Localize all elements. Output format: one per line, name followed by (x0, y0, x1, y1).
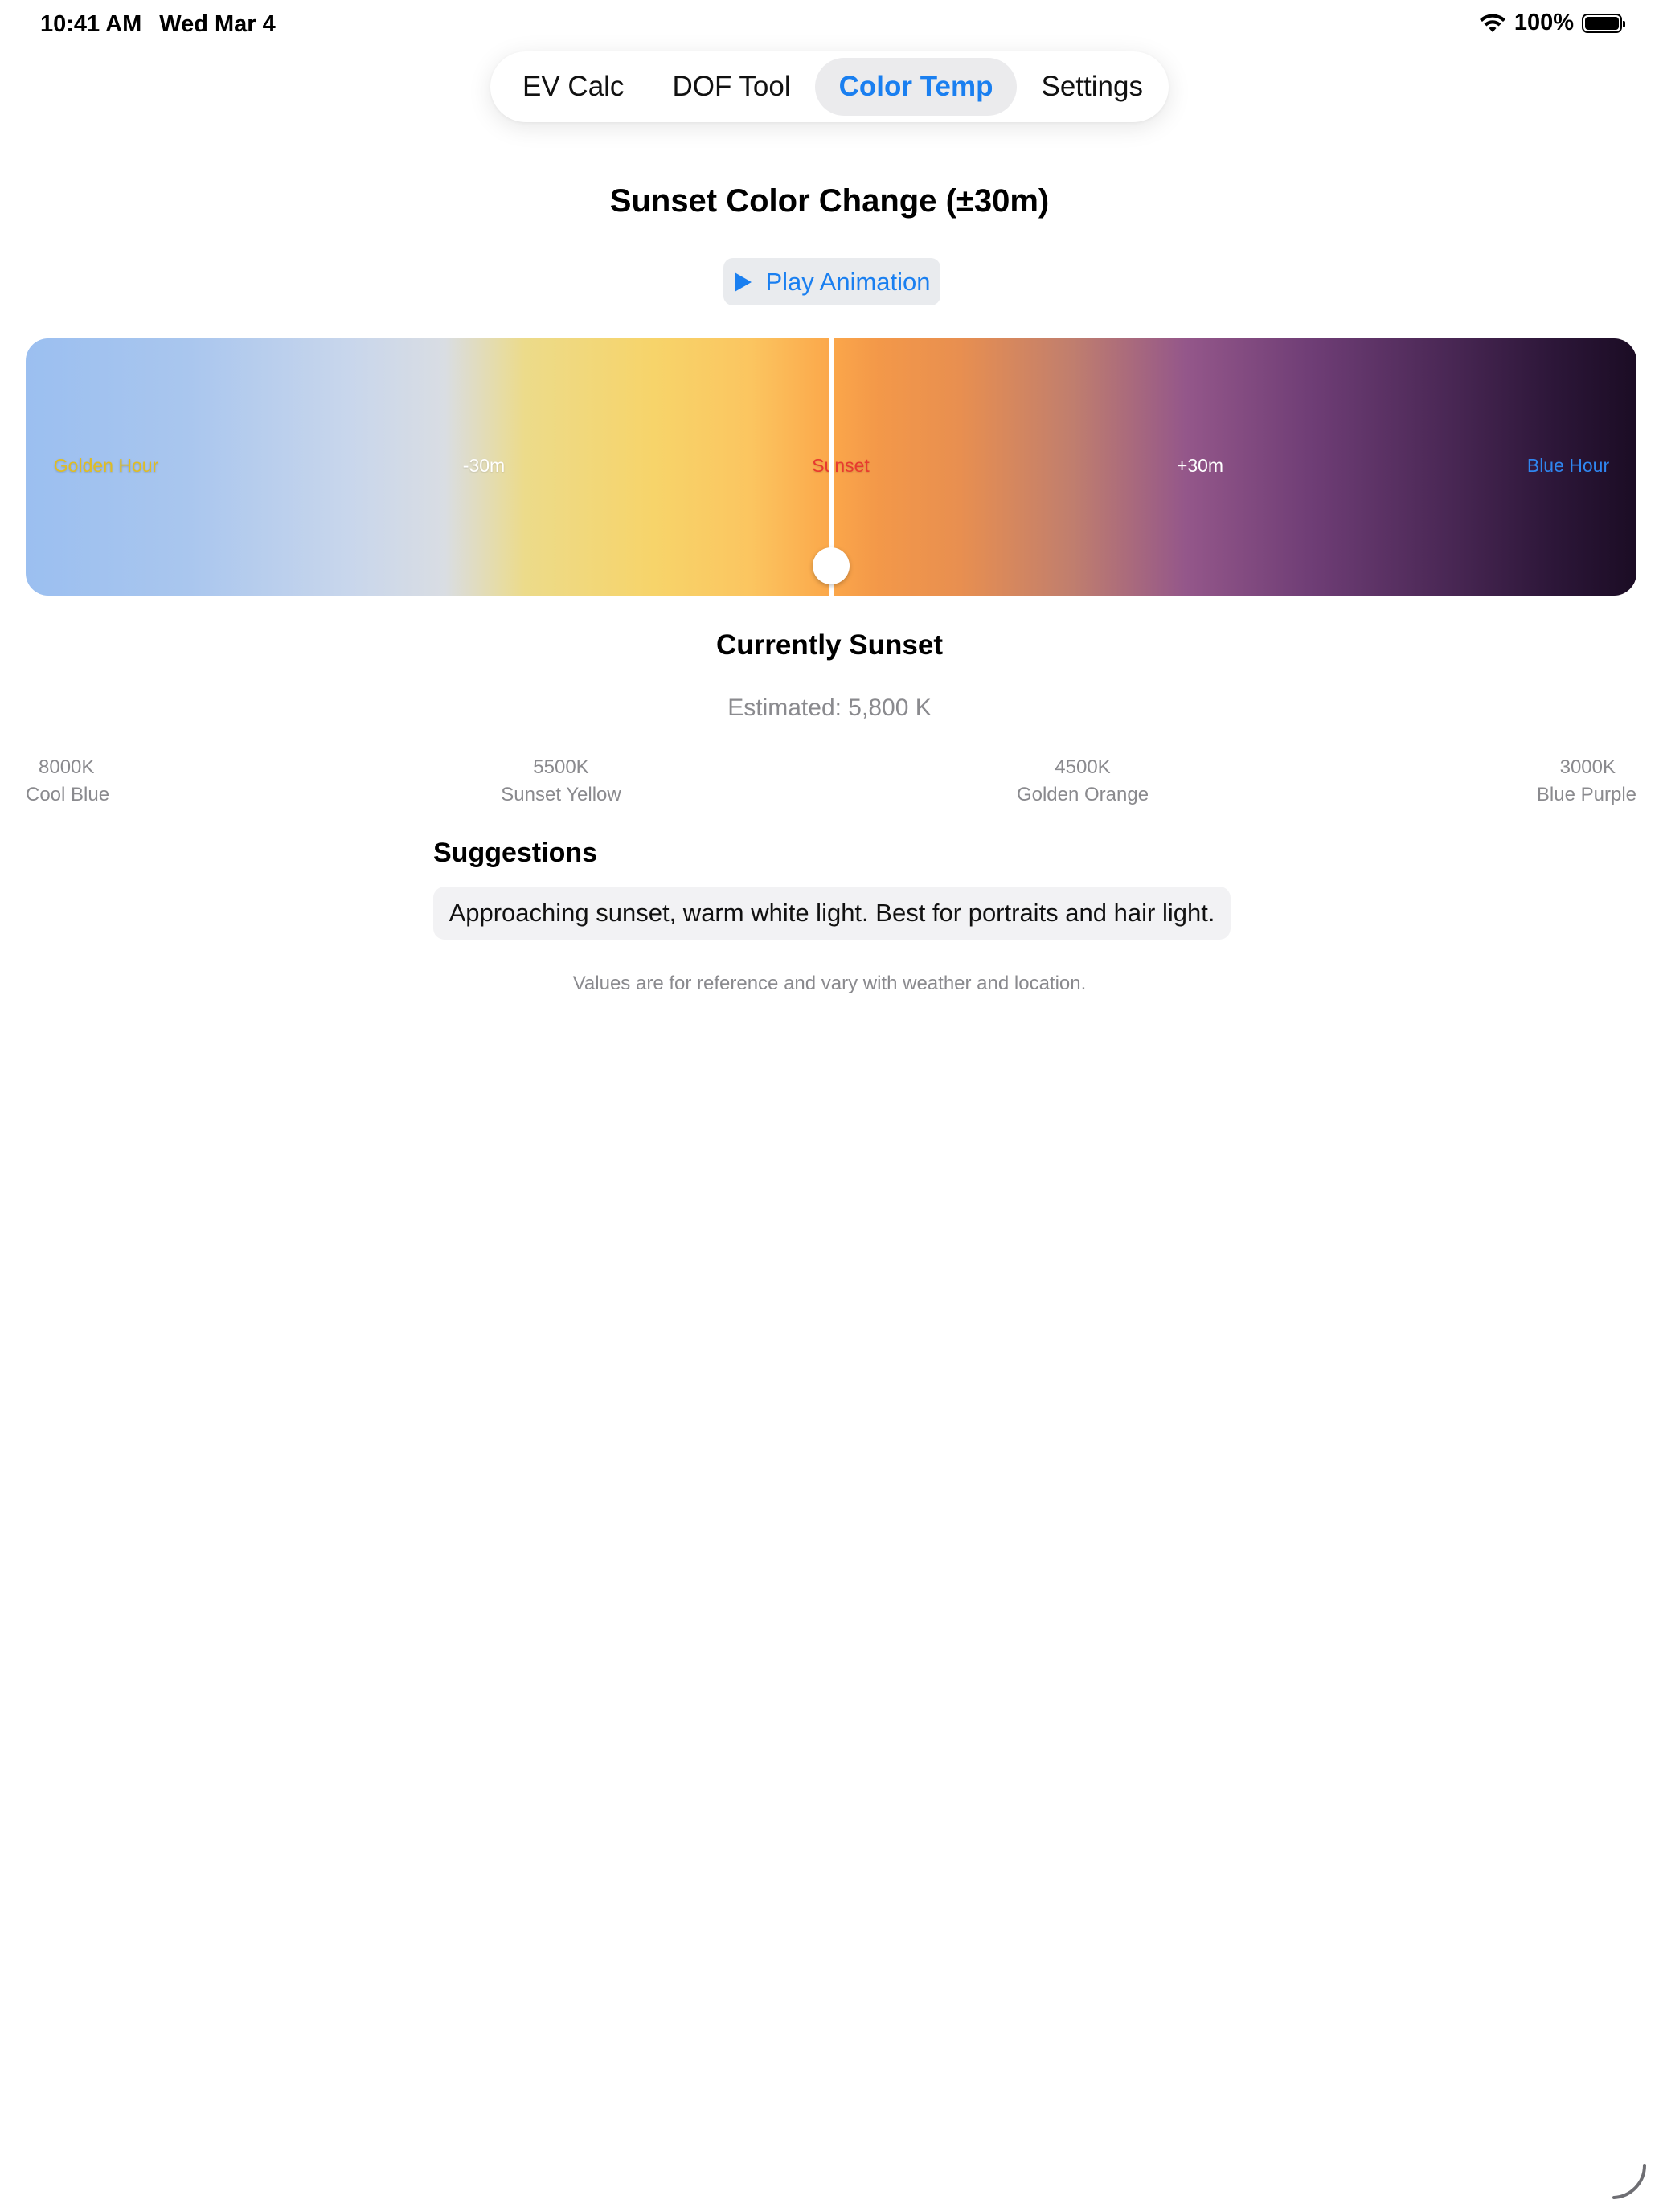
scale-name: Blue Purple (1536, 784, 1636, 805)
scale-kelvin: 5500K (533, 756, 589, 778)
status-bar: 10:41 AM Wed Mar 4 100% (0, 0, 1659, 51)
scale-kelvin: 4500K (1055, 756, 1111, 778)
tab-dof-tool[interactable]: DOF Tool (648, 58, 814, 116)
wifi-icon (1479, 14, 1505, 32)
current-phase-label: Currently Sunset (716, 629, 943, 661)
scale-name: Sunset Yellow (501, 784, 621, 805)
tab-ev-calc[interactable]: EV Calc (498, 58, 648, 116)
color-temp-scale: 8000K Cool Blue 5500K Sunset Yellow 4500… (26, 754, 1636, 810)
scale-name: Cool Blue (26, 784, 110, 805)
sunset-timeline-slider[interactable]: Golden Hour -30m Sunset +30m Blue Hour (26, 338, 1636, 596)
timeline-label-sunset: Sunset (812, 455, 870, 476)
scale-name: Golden Orange (1016, 784, 1149, 805)
status-date: Wed Mar 4 (159, 11, 276, 37)
suggestion-text: Approaching sunset, warm white light. Be… (433, 887, 1231, 940)
timeline-label-plus-30m: +30m (1176, 455, 1224, 476)
scale-item-golden-orange: 4500K Golden Orange (1017, 754, 1149, 809)
status-indicators: 100% (1479, 10, 1625, 36)
play-animation-label: Play Animation (765, 267, 931, 296)
play-icon (735, 272, 752, 292)
scale-item-sunset-yellow: 5500K Sunset Yellow (501, 754, 621, 809)
segmented-tab-bar: EV Calc DOF Tool Color Temp Settings (490, 51, 1169, 122)
status-clock: 10:41 AM Wed Mar 4 (40, 11, 276, 38)
status-time: 10:41 AM (40, 11, 142, 37)
scale-item-cool-blue: 8000K Cool Blue (26, 754, 109, 809)
tab-color-temp[interactable]: Color Temp (814, 58, 1018, 116)
battery-icon (1582, 13, 1625, 33)
play-animation-button[interactable]: Play Animation (723, 258, 940, 305)
estimated-kelvin: Estimated: 5,800 K (727, 694, 932, 721)
footnote: Values are for reference and vary with w… (572, 973, 1087, 994)
battery-percent: 100% (1514, 10, 1574, 35)
scale-kelvin: 3000K (1559, 756, 1616, 778)
timeline-label-blue-hour: Blue Hour (1526, 455, 1610, 476)
timeline-label-minus-30m: -30m (462, 455, 506, 476)
page-title: Sunset Color Change (±30m) (609, 183, 1050, 219)
battery-level-fill (1585, 16, 1619, 30)
scale-kelvin: 8000K (39, 756, 95, 778)
resize-handle-icon[interactable] (1609, 2162, 1649, 2202)
scale-item-blue-purple: 3000K Blue Purple (1537, 754, 1636, 809)
timeline-label-golden-hour: Golden Hour (53, 455, 159, 476)
suggestions-heading: Suggestions (433, 838, 598, 868)
tab-settings[interactable]: Settings (1017, 58, 1166, 116)
timeline-slider-knob[interactable] (813, 547, 850, 584)
